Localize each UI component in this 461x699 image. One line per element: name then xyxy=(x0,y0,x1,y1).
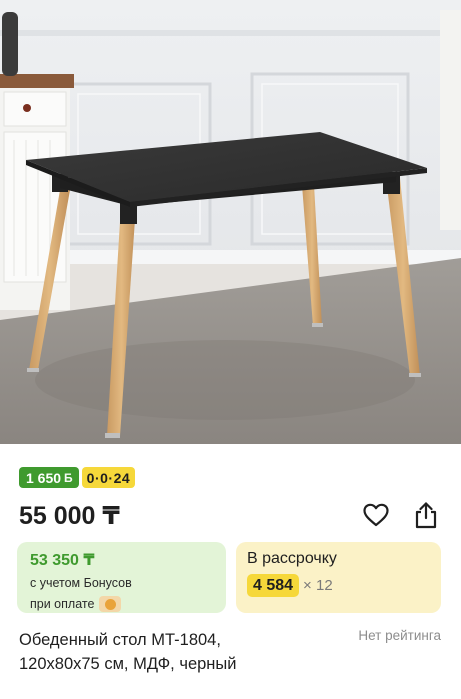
favorite-button[interactable] xyxy=(361,500,391,530)
bonus-icon: Б xyxy=(64,470,73,485)
bonus-badge: 1 650 Б xyxy=(19,467,79,488)
product-name[interactable]: Обеденный стол MT-1804, 120x80x75 см, МД… xyxy=(19,628,329,676)
installment-multiplier: × 12 xyxy=(303,577,333,594)
bonus-note-line2: при оплате xyxy=(30,596,226,612)
heart-icon xyxy=(363,503,389,527)
bonus-price-card[interactable]: 53 350 ₸ с учетом Бонусов при оплате xyxy=(17,542,226,613)
installment-monthly: 4 584 xyxy=(247,574,300,597)
bonus-note-line2-text: при оплате xyxy=(30,597,95,611)
product-name-line2: 120x80x75 см, МДФ, черный xyxy=(19,655,237,673)
installment-card[interactable]: В рассрочку 4 584 × 12 xyxy=(236,542,441,613)
bonus-badge-value: 1 650 xyxy=(26,469,62,486)
product-image[interactable] xyxy=(0,0,461,444)
bonus-note-line1: с учетом Бонусов xyxy=(30,576,132,590)
share-icon xyxy=(415,502,437,529)
installment-badge: 0·0·24 xyxy=(81,467,136,488)
rating-text: Нет рейтинга xyxy=(358,628,441,643)
installment-row: 4 584 × 12 xyxy=(247,574,441,597)
bonus-price: 53 350 ₸ xyxy=(30,552,95,569)
share-button[interactable] xyxy=(411,500,441,530)
badges-row: 1 650 Б 0·0·24 xyxy=(19,467,136,488)
kaspi-pay-icon xyxy=(99,596,122,612)
table-photo xyxy=(0,0,461,444)
installment-title: В рассрочку xyxy=(247,550,337,567)
product-price: 55 000 ₸ xyxy=(19,502,120,530)
product-name-line1: Обеденный стол MT-1804, xyxy=(19,631,221,649)
